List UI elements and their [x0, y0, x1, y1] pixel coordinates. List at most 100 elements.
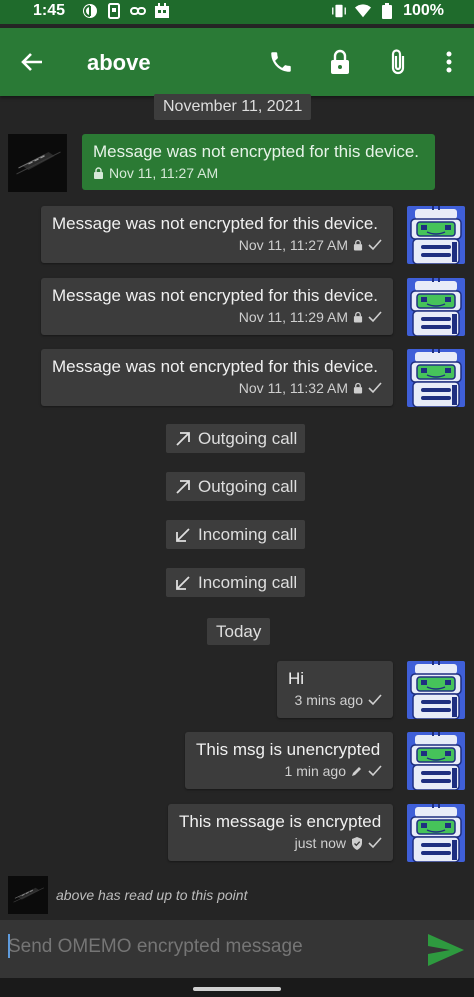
- call-log-entry[interactable]: Incoming call: [166, 568, 306, 597]
- call-label: Outgoing call: [198, 429, 298, 448]
- message-text: Message was not encrypted for this devic…: [93, 142, 419, 161]
- send-button[interactable]: [424, 928, 468, 972]
- message-bubble-incoming[interactable]: Message was not encrypted for this devic…: [82, 134, 435, 190]
- message-time: Nov 11, 11:32 AM: [238, 380, 348, 396]
- message-meta: Nov 11, 11:29 AM: [52, 309, 382, 325]
- robot-avatar-image: [407, 206, 465, 264]
- call-label: Incoming call: [198, 573, 298, 592]
- message-time: 1 min ago: [284, 763, 346, 779]
- text-cursor: [8, 934, 10, 958]
- overflow-menu-button[interactable]: [435, 48, 463, 76]
- message-meta: 3 mins ago: [288, 692, 382, 708]
- contact-name[interactable]: above: [87, 50, 151, 76]
- lock-icon: [331, 49, 349, 74]
- call-log-entry[interactable]: Outgoing call: [166, 472, 306, 501]
- phone-notification-icon: [106, 3, 122, 19]
- phone-icon: [271, 52, 291, 72]
- message-text: Message was not encrypted for this devic…: [52, 214, 378, 233]
- check-icon: [368, 765, 382, 777]
- notification-icons: [82, 3, 170, 19]
- message-meta: just now: [179, 835, 382, 851]
- battery-percent: 100%: [403, 2, 444, 19]
- app-notification-icon: [82, 3, 98, 19]
- call-label: Outgoing call: [198, 477, 298, 496]
- contact-avatar[interactable]: [8, 134, 67, 192]
- check-icon: [368, 382, 382, 394]
- robot-avatar-image: [407, 349, 465, 407]
- robot-notification-icon: [154, 3, 170, 19]
- lock-icon: [353, 311, 363, 323]
- lock-icon: [353, 382, 363, 394]
- lock-icon: [353, 239, 363, 251]
- read-marker-avatar: [8, 876, 48, 914]
- message-bubble-outgoing[interactable]: This message is encrypted just now: [168, 804, 393, 861]
- call-log-entry[interactable]: Incoming call: [166, 520, 306, 549]
- message-bubble-outgoing[interactable]: This msg is unencrypted 1 min ago: [185, 732, 393, 789]
- robot-avatar-image: [407, 804, 465, 862]
- vibrate-icon: [331, 3, 347, 19]
- message-composer: [0, 920, 474, 978]
- date-separator: Today: [207, 618, 271, 645]
- attach-button[interactable]: [384, 48, 412, 76]
- conversation-toolbar: above: [0, 28, 474, 96]
- message-text: Message was not encrypted for this devic…: [52, 357, 378, 376]
- message-meta: Nov 11, 11:27 AM: [93, 165, 424, 181]
- lock-icon: [94, 167, 103, 179]
- check-icon: [368, 694, 382, 706]
- arrow-left-icon: [21, 53, 42, 71]
- message-bubble-outgoing[interactable]: Message was not encrypted for this devic…: [41, 278, 393, 335]
- message-input[interactable]: [8, 936, 408, 958]
- message-time: Nov 11, 11:27 AM: [109, 165, 219, 181]
- paperclip-icon: [391, 49, 405, 75]
- contact-avatar-image: [8, 134, 67, 192]
- call-button[interactable]: [267, 48, 295, 76]
- message-time: just now: [294, 835, 346, 851]
- wifi-icon: [355, 3, 372, 19]
- status-bar: 1:45 100%: [0, 0, 474, 24]
- call-received-icon: [176, 527, 190, 542]
- status-time: 1:45: [33, 2, 66, 19]
- message-meta: Nov 11, 11:32 AM: [52, 380, 382, 396]
- self-avatar[interactable]: [407, 732, 465, 790]
- check-icon: [368, 239, 382, 251]
- self-avatar[interactable]: [407, 206, 465, 264]
- more-vert-icon: [446, 51, 452, 73]
- call-received-icon: [176, 575, 190, 590]
- self-avatar[interactable]: [407, 278, 465, 336]
- check-icon: [368, 837, 382, 849]
- message-time: Nov 11, 11:29 AM: [238, 309, 348, 325]
- message-text: Hi: [288, 669, 305, 688]
- back-button[interactable]: [18, 48, 46, 76]
- system-icons: 100%: [331, 2, 444, 20]
- message-bubble-outgoing[interactable]: Message was not encrypted for this devic…: [41, 206, 393, 263]
- call-made-icon: [176, 479, 190, 494]
- encryption-button[interactable]: [326, 48, 354, 76]
- robot-avatar-image: [407, 661, 465, 719]
- message-bubble-outgoing[interactable]: Message was not encrypted for this devic…: [41, 349, 393, 406]
- message-meta: Nov 11, 11:27 AM: [52, 237, 382, 253]
- verified-shield-icon: [352, 836, 362, 850]
- robot-avatar-image: [407, 732, 465, 790]
- call-log-entry[interactable]: Outgoing call: [166, 424, 306, 453]
- pencil-icon: [352, 767, 361, 776]
- robot-avatar-image: [407, 278, 465, 336]
- self-avatar[interactable]: [407, 804, 465, 862]
- message-text: Message was not encrypted for this devic…: [52, 286, 378, 305]
- message-text: This msg is unencrypted: [196, 740, 381, 759]
- call-label: Incoming call: [198, 525, 298, 544]
- message-meta: 1 min ago: [196, 763, 382, 779]
- call-made-icon: [176, 431, 190, 446]
- contact-avatar-image: [8, 876, 48, 914]
- link-icon: [130, 3, 146, 19]
- message-bubble-outgoing[interactable]: Hi 3 mins ago: [277, 661, 393, 718]
- self-avatar[interactable]: [407, 349, 465, 407]
- self-avatar[interactable]: [407, 661, 465, 719]
- battery-icon: [379, 3, 395, 19]
- read-marker: above has read up to this point: [56, 887, 248, 903]
- message-text: This message is encrypted: [179, 812, 382, 831]
- send-icon: [428, 934, 464, 966]
- message-time: 3 mins ago: [294, 692, 363, 708]
- date-separator: November 11, 2021: [154, 94, 312, 120]
- check-icon: [368, 311, 382, 323]
- home-gesture-handle[interactable]: [193, 987, 281, 991]
